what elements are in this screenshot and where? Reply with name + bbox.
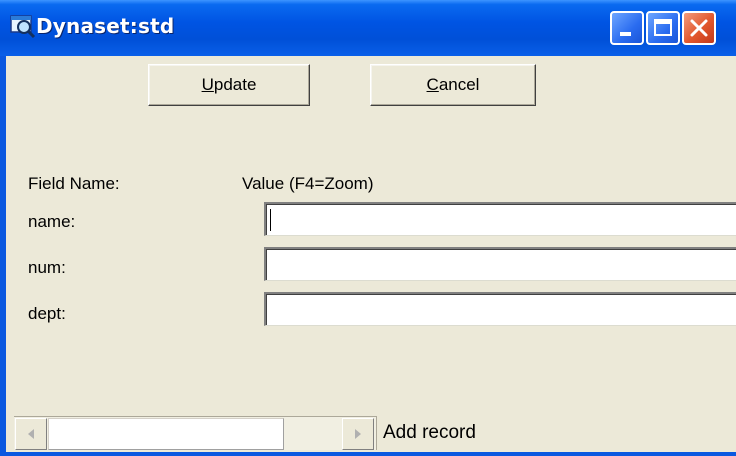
update-label: pdate xyxy=(213,75,257,94)
text-caret xyxy=(270,209,271,231)
num-label: num: xyxy=(28,258,66,277)
dynaset-window: Dynaset:std Update Cancel Field Name: Va… xyxy=(0,0,736,456)
scroll-left-button[interactable] xyxy=(15,418,47,450)
close-icon xyxy=(690,19,708,37)
cancel-mnemonic: C xyxy=(426,75,439,94)
cancel-button[interactable]: Cancel xyxy=(370,64,536,106)
arrow-left-icon xyxy=(28,429,34,439)
update-button[interactable]: Update xyxy=(148,64,310,106)
scroll-thumb[interactable] xyxy=(48,418,284,450)
value-header: Value (F4=Zoom) xyxy=(242,174,374,193)
name-field[interactable] xyxy=(264,202,736,236)
scroll-right-button[interactable] xyxy=(342,418,374,450)
minimize-button[interactable] xyxy=(610,11,644,45)
arrow-right-icon xyxy=(355,429,361,439)
window-title: Dynaset:std xyxy=(36,14,175,38)
maximize-button[interactable] xyxy=(646,11,680,45)
dept-label: dept: xyxy=(28,304,66,323)
title-bar[interactable]: Dynaset:std xyxy=(0,0,736,56)
field-name-header: Field Name: xyxy=(28,174,120,193)
minimize-icon xyxy=(620,32,631,36)
add-record-status: Add record xyxy=(376,416,476,450)
maximize-icon xyxy=(654,19,672,36)
cancel-label: ancel xyxy=(438,75,480,94)
num-field[interactable] xyxy=(264,247,736,281)
update-mnemonic: U xyxy=(201,75,214,94)
dynaset-search-icon xyxy=(10,14,36,39)
name-label: name: xyxy=(28,212,76,231)
close-button[interactable] xyxy=(682,11,716,45)
record-scrollbar[interactable] xyxy=(14,416,376,450)
dept-field[interactable] xyxy=(264,292,736,326)
